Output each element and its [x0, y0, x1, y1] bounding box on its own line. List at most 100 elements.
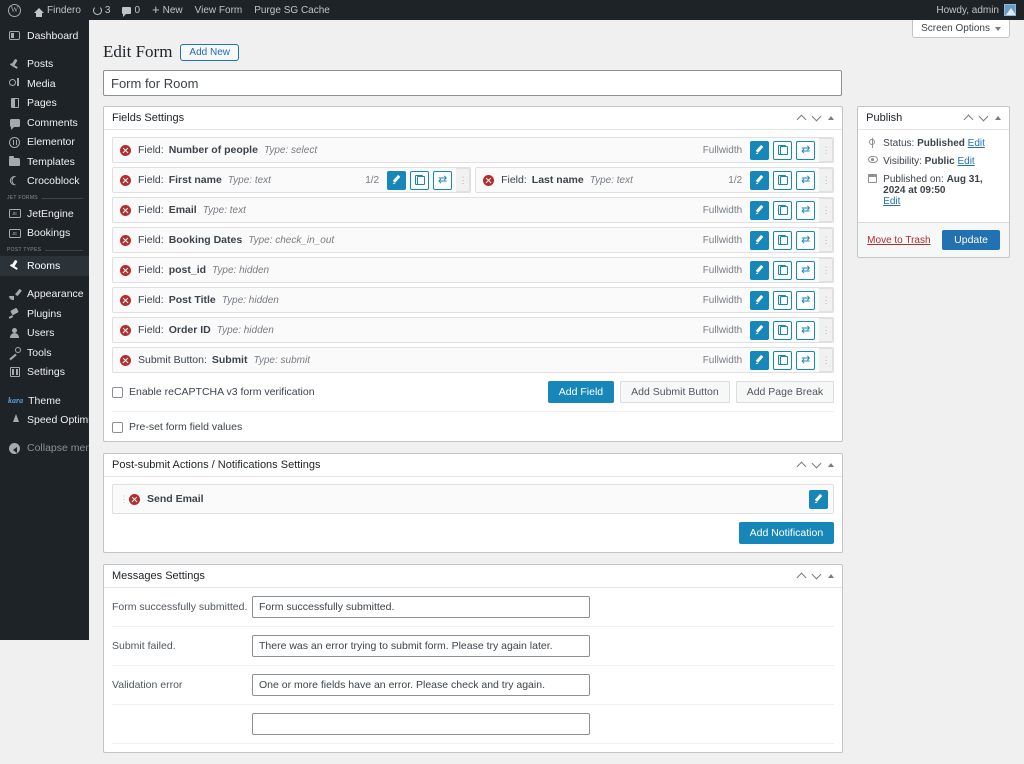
collapse-toggle-icon[interactable]: [828, 463, 835, 467]
drag-handle-icon[interactable]: ⋮: [819, 228, 834, 252]
drag-handle-icon[interactable]: ⋮: [819, 318, 834, 342]
duplicate-field-button[interactable]: [773, 290, 793, 310]
account-menu[interactable]: Howdy, admin: [936, 4, 1024, 16]
duplicate-field-button[interactable]: [410, 170, 430, 190]
add-field-button[interactable]: Add Field: [547, 381, 615, 403]
sidebar-item-bookings[interactable]: JE Bookings: [0, 224, 89, 244]
move-field-button[interactable]: ⇄: [796, 260, 816, 280]
sidebar-item-crocoblock[interactable]: ☾ Crocoblock: [0, 172, 89, 192]
edit-field-button[interactable]: [750, 260, 770, 280]
edit-field-button[interactable]: [750, 140, 770, 160]
delete-circle-icon[interactable]: [120, 204, 131, 216]
sidebar-item-theme[interactable]: kara Theme: [0, 391, 89, 410]
form-title-input[interactable]: Form for Room: [103, 70, 842, 96]
move-field-button[interactable]: ⇄: [796, 290, 816, 310]
sidebar-item-settings[interactable]: Settings: [0, 363, 89, 383]
edit-notification-button[interactable]: [809, 489, 829, 509]
edit-date-link[interactable]: Edit: [883, 196, 900, 207]
message-input[interactable]: One or more fields have an error. Please…: [252, 674, 590, 696]
submit-button-row[interactable]: Submit Button: Submit Type: submit Fullw…: [112, 347, 835, 373]
duplicate-field-button[interactable]: [773, 350, 793, 370]
preset-values-row[interactable]: Pre-set form field values: [112, 411, 835, 433]
edit-field-button[interactable]: [750, 170, 770, 190]
drag-handle-icon[interactable]: ⋮: [819, 258, 834, 282]
field-row[interactable]: Field: First name Type: text 1/2 ⇄ ⋮: [112, 167, 472, 193]
duplicate-field-button[interactable]: [773, 260, 793, 280]
collapse-toggle-icon[interactable]: [995, 116, 1001, 120]
message-input[interactable]: There was an error trying to submit form…: [252, 635, 590, 657]
chevron-up-icon[interactable]: [963, 114, 974, 125]
sidebar-item-speed-optimizer[interactable]: Speed Optimizer: [0, 410, 105, 430]
collapse-toggle-icon[interactable]: [828, 574, 835, 578]
field-row[interactable]: Field: Post Title Type: hidden Fullwidth…: [112, 287, 835, 313]
field-row[interactable]: Field: Email Type: text Fullwidth ⇄ ⋮: [112, 197, 835, 223]
duplicate-field-button[interactable]: [773, 320, 793, 340]
edit-status-link[interactable]: Edit: [968, 138, 985, 149]
chevron-down-icon[interactable]: [978, 111, 989, 122]
drag-handle-icon[interactable]: ⋮: [118, 494, 129, 505]
move-field-button[interactable]: ⇄: [796, 350, 816, 370]
field-row[interactable]: Field: Order ID Type: hidden Fullwidth ⇄…: [112, 317, 835, 343]
chevron-up-icon[interactable]: [796, 114, 807, 125]
delete-circle-icon[interactable]: [120, 144, 131, 156]
notification-row[interactable]: ⋮ Send Email: [112, 484, 835, 514]
delete-circle-icon[interactable]: [120, 324, 131, 336]
edit-visibility-link[interactable]: Edit: [957, 156, 974, 167]
sidebar-item-tools[interactable]: Tools: [0, 343, 89, 363]
edit-field-button[interactable]: [750, 200, 770, 220]
move-field-button[interactable]: ⇄: [433, 170, 453, 190]
edit-field-button[interactable]: [387, 170, 407, 190]
move-field-button[interactable]: ⇄: [796, 140, 816, 160]
field-row[interactable]: Field: post_id Type: hidden Fullwidth ⇄ …: [112, 257, 835, 283]
field-row[interactable]: Field: Number of people Type: select Ful…: [112, 137, 835, 163]
move-field-button[interactable]: ⇄: [796, 170, 816, 190]
chevron-down-icon[interactable]: [811, 458, 822, 469]
duplicate-field-button[interactable]: [773, 200, 793, 220]
sidebar-item-media[interactable]: Media: [0, 74, 89, 94]
chevron-up-icon[interactable]: [796, 572, 807, 583]
sidebar-item-users[interactable]: Users: [0, 324, 89, 344]
drag-handle-icon[interactable]: ⋮: [819, 138, 834, 162]
updates-menu[interactable]: 3: [87, 0, 117, 20]
sidebar-item-comments[interactable]: Comments: [0, 113, 89, 133]
sidebar-item-pages[interactable]: Pages: [0, 94, 89, 114]
sidebar-item-posts[interactable]: Posts: [0, 55, 89, 75]
sidebar-item-elementor[interactable]: Elementor: [0, 133, 89, 153]
view-form-link[interactable]: View Form: [189, 0, 249, 20]
sidebar-collapse-menu[interactable]: Collapse menu: [0, 439, 97, 459]
delete-circle-icon[interactable]: [129, 493, 140, 505]
drag-handle-icon[interactable]: ⋮: [819, 348, 834, 372]
edit-field-button[interactable]: [750, 320, 770, 340]
chevron-up-icon[interactable]: [796, 461, 807, 472]
duplicate-field-button[interactable]: [773, 140, 793, 160]
move-field-button[interactable]: ⇄: [796, 200, 816, 220]
sidebar-item-templates[interactable]: Templates: [0, 152, 89, 172]
sidebar-item-jetengine[interactable]: JE JetEngine: [0, 204, 89, 224]
sidebar-item-appearance[interactable]: Appearance: [0, 285, 89, 305]
add-notification-button[interactable]: Add Notification: [738, 522, 835, 544]
move-field-button[interactable]: ⇄: [796, 230, 816, 250]
add-submit-button[interactable]: Add Submit Button: [620, 381, 730, 403]
drag-handle-icon[interactable]: ⋮: [819, 198, 834, 222]
screen-options-button[interactable]: Screen Options: [912, 20, 1010, 38]
duplicate-field-button[interactable]: [773, 170, 793, 190]
field-row[interactable]: Field: Booking Dates Type: check_in_out …: [112, 227, 835, 253]
drag-handle-icon[interactable]: ⋮: [819, 168, 834, 192]
edit-field-button[interactable]: [750, 350, 770, 370]
delete-circle-icon[interactable]: [120, 294, 131, 306]
edit-field-button[interactable]: [750, 230, 770, 250]
duplicate-field-button[interactable]: [773, 230, 793, 250]
sidebar-item-rooms[interactable]: Rooms: [0, 256, 89, 276]
add-new-button[interactable]: Add New: [180, 43, 239, 61]
delete-circle-icon[interactable]: [120, 354, 131, 366]
new-content-menu[interactable]: + New: [146, 0, 189, 20]
sidebar-item-plugins[interactable]: Plugins: [0, 304, 89, 324]
collapse-toggle-icon[interactable]: [828, 116, 835, 120]
purge-sg-cache-menu[interactable]: Purge SG Cache: [248, 0, 336, 20]
add-page-break-button[interactable]: Add Page Break: [735, 381, 835, 403]
edit-field-button[interactable]: [750, 290, 770, 310]
move-to-trash-link[interactable]: Move to Trash: [867, 235, 930, 246]
chevron-down-icon[interactable]: [811, 111, 822, 122]
wordpress-logo-button[interactable]: [0, 0, 28, 20]
message-input[interactable]: [252, 713, 590, 735]
